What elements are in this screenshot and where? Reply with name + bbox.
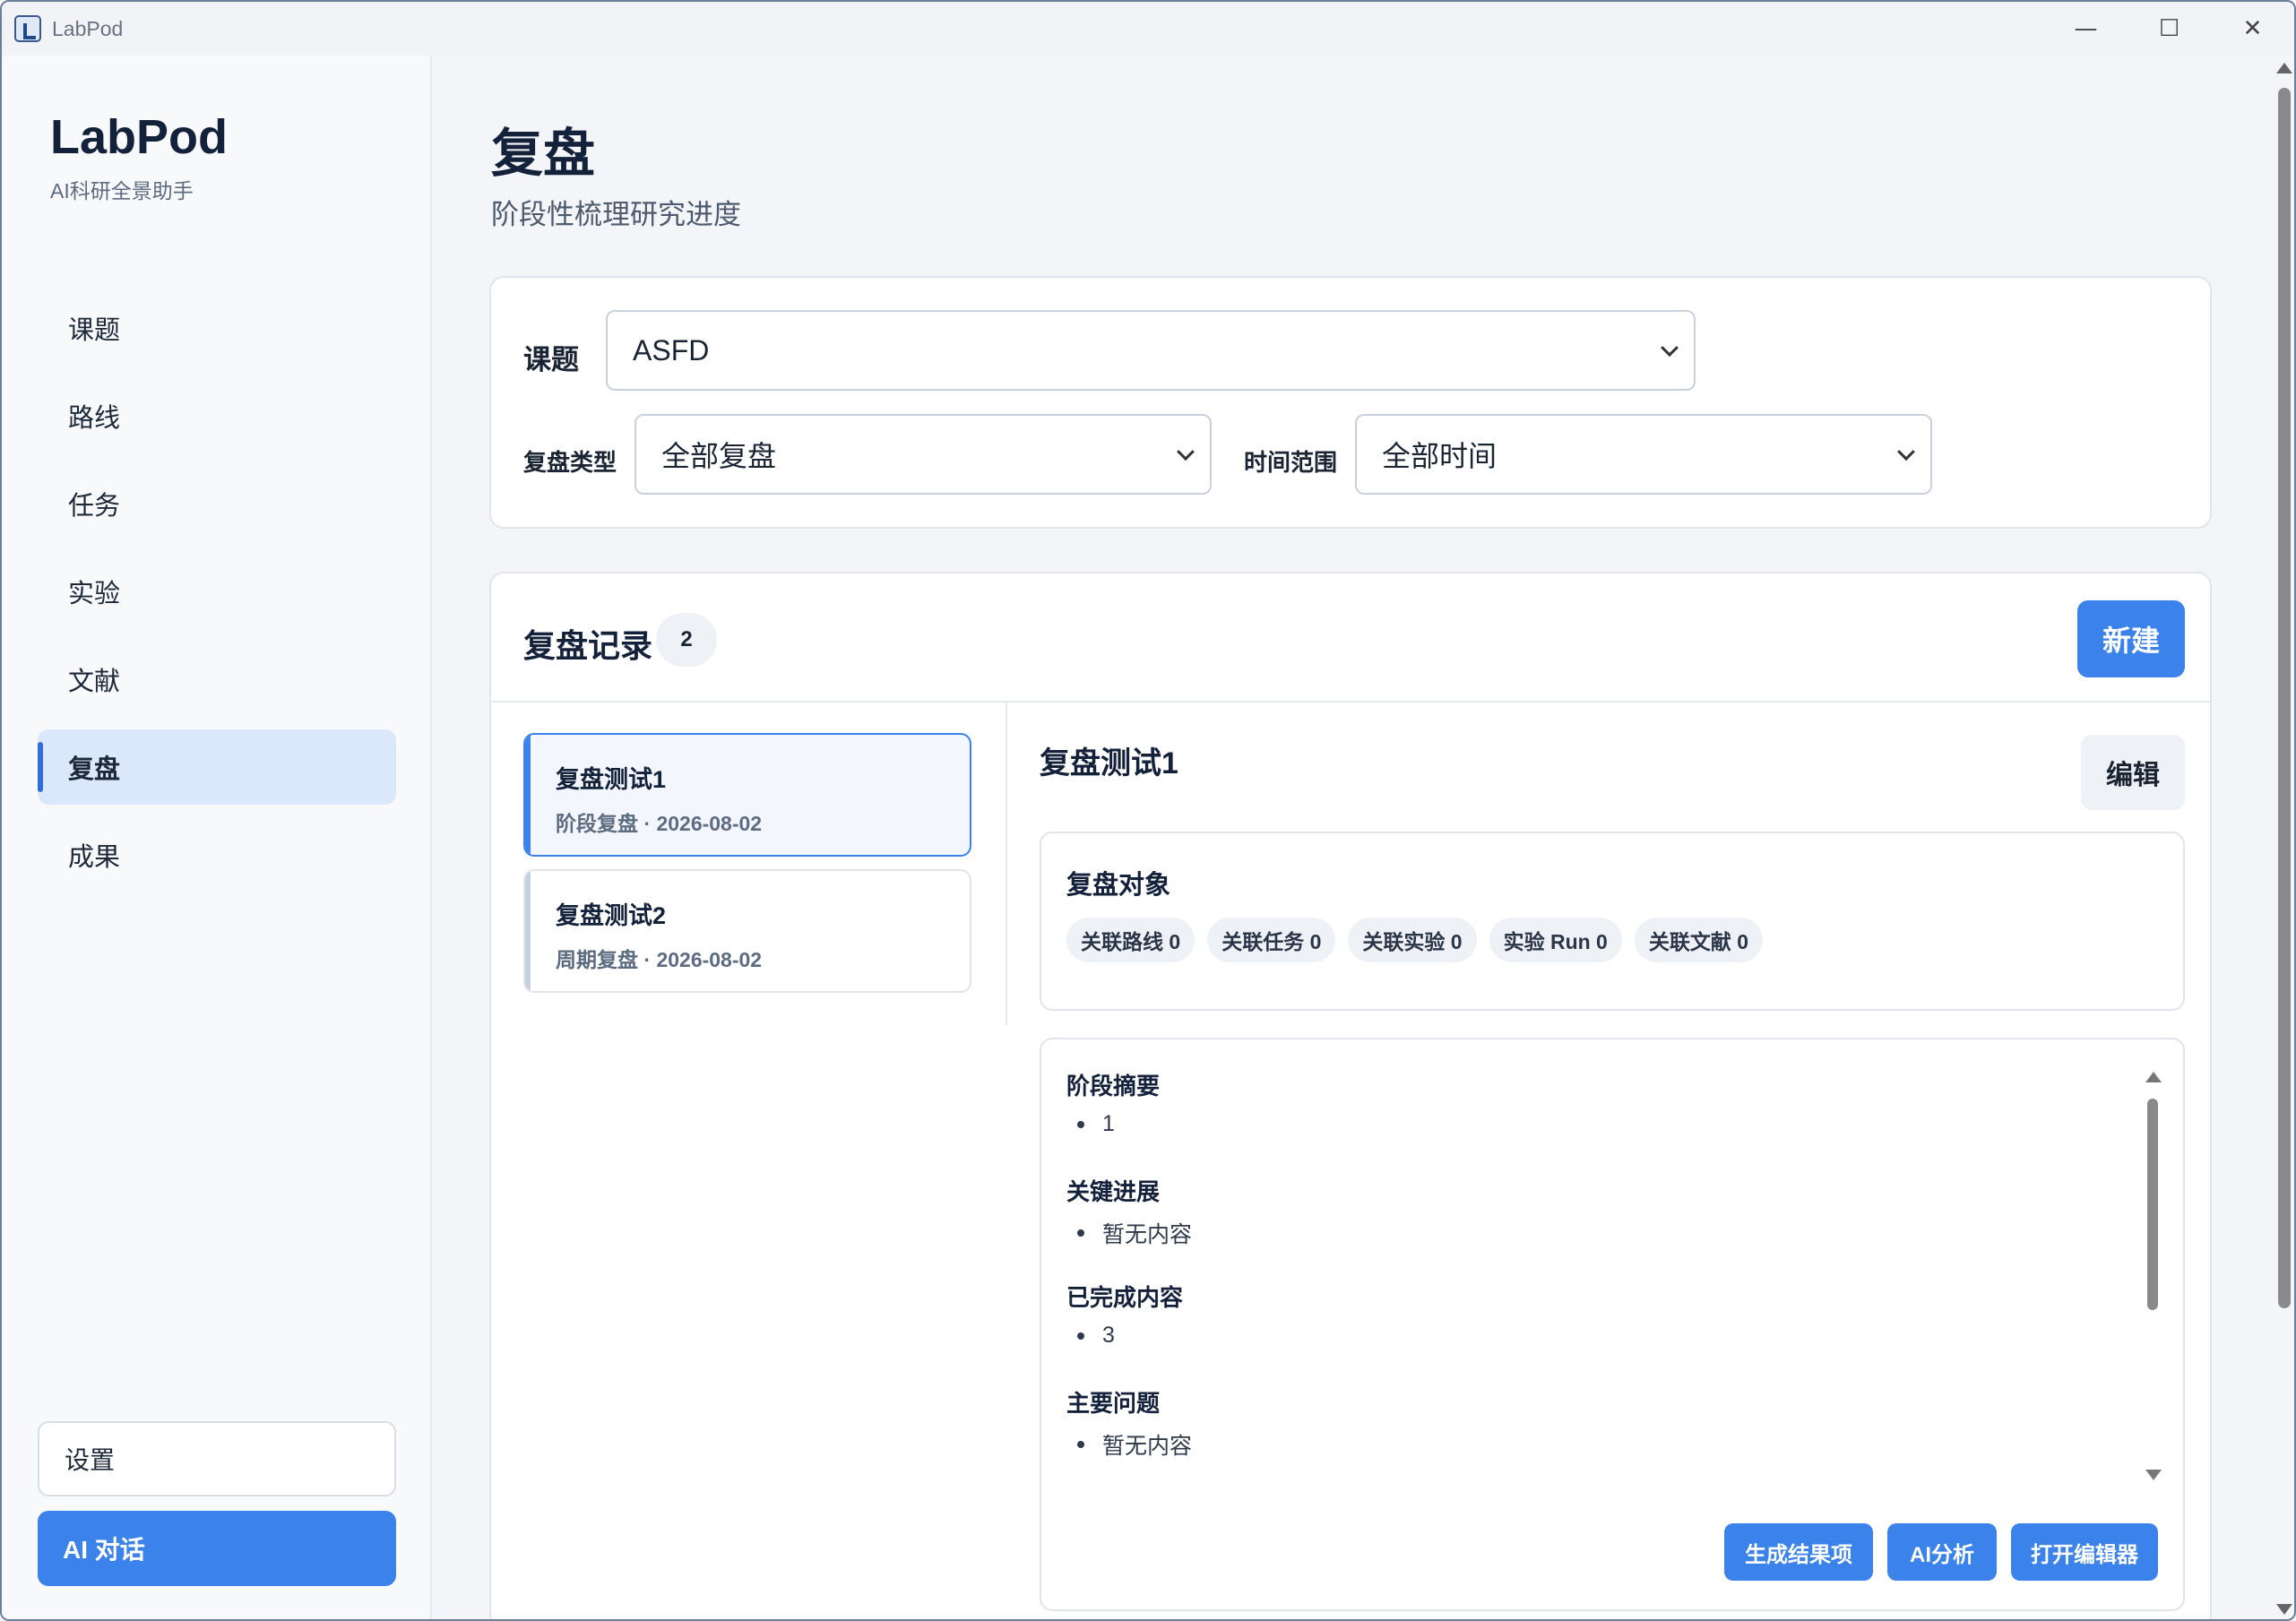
bullet-icon	[1077, 1441, 1084, 1448]
app-logo-icon	[14, 15, 41, 42]
chevron-down-icon	[1897, 443, 1915, 461]
window-title: LabPod	[52, 16, 124, 40]
review-objects-card: 复盘对象 关联路线 0 关联任务 0 关联实验 0 实验 Run 0 关联文献 …	[1040, 832, 2185, 1011]
review-objects-chips: 关联路线 0 关联任务 0 关联实验 0 实验 Run 0 关联文献 0	[1066, 918, 1764, 962]
page-scroll-down-arrow-icon[interactable]	[2276, 1604, 2292, 1615]
list-item: 暂无内容	[1077, 1428, 1192, 1461]
detail-title: 复盘测试1	[1040, 746, 1178, 780]
window-controls: — ☐ ✕	[2044, 2, 2294, 56]
chevron-down-icon	[1661, 339, 1679, 358]
review-type-label: 复盘类型	[523, 449, 617, 476]
bullet-icon	[1077, 1120, 1084, 1128]
record-meta: 周期复盘 · 2026-08-02	[556, 948, 763, 971]
section-heading-completed: 已完成内容	[1066, 1284, 1184, 1311]
time-range-label: 时间范围	[1244, 449, 1338, 476]
ai-analysis-button[interactable]: AI分析	[1887, 1523, 1997, 1581]
time-range-select[interactable]: 全部时间	[1355, 414, 1932, 495]
page-subtitle: 阶段性梳理研究进度	[491, 199, 741, 230]
record-accent-bar	[525, 871, 531, 991]
ai-chat-button[interactable]: AI 对话	[38, 1511, 396, 1586]
bullet-icon	[1077, 1229, 1084, 1237]
sidebar-item-routes[interactable]: 路线	[38, 378, 396, 453]
filter-card: 课题 ASFD 复盘类型 全部复盘 时间范围 全部时间	[489, 276, 2212, 529]
topic-select[interactable]: ASFD	[606, 310, 1696, 391]
open-editor-button[interactable]: 打开编辑器	[2011, 1523, 2158, 1581]
linked-tasks-chip[interactable]: 关联任务 0	[1207, 918, 1336, 962]
chevron-down-icon	[1177, 443, 1195, 461]
experiment-runs-chip[interactable]: 实验 Run 0	[1489, 918, 1622, 962]
bullet-text: 1	[1102, 1111, 1115, 1136]
bullet-text: 3	[1102, 1323, 1115, 1348]
content-scrollbar-thumb[interactable]	[2147, 1099, 2158, 1310]
record-name: 复盘测试1	[556, 766, 667, 793]
section-heading-issues: 主要问题	[1066, 1390, 1161, 1417]
records-title: 复盘记录	[523, 627, 653, 664]
sidebar-item-review[interactable]: 复盘	[38, 729, 396, 805]
sidebar: LabPod AI科研全景助手 课题 路线 任务 实验 文献 复盘 成果 设置 …	[2, 56, 432, 1619]
topic-label: 课题	[523, 344, 579, 375]
bullet-text: 暂无内容	[1102, 1434, 1193, 1459]
review-objects-title: 复盘对象	[1066, 871, 1171, 900]
review-content-card: 阶段摘要 1 关键进展 暂无内容 已完成内容 3 主要问题 暂无内容 生成结果项…	[1040, 1038, 2185, 1611]
divider	[491, 701, 2210, 703]
linked-experiments-chip[interactable]: 关联实验 0	[1348, 918, 1477, 962]
close-button[interactable]: ✕	[2211, 2, 2294, 56]
record-item[interactable]: 复盘测试1 阶段复盘 · 2026-08-02	[523, 733, 971, 857]
section-heading-progress: 关键进展	[1066, 1178, 1161, 1205]
list-item: 1	[1077, 1111, 1115, 1137]
divider	[1006, 703, 1007, 1025]
sidebar-item-results[interactable]: 成果	[38, 817, 396, 892]
record-accent-bar	[525, 735, 531, 855]
review-type-select-value: 全部复盘	[661, 440, 777, 472]
sidebar-item-topics[interactable]: 课题	[38, 290, 396, 366]
records-count-badge: 2	[656, 613, 717, 667]
bullet-text: 暂无内容	[1102, 1222, 1193, 1247]
main-content: 复盘 阶段性梳理研究进度 课题 ASFD 复盘类型 全部复盘 时间范围 全部时间…	[434, 56, 2269, 1619]
brand-title: LabPod	[50, 110, 228, 164]
bullet-icon	[1077, 1332, 1084, 1340]
record-item[interactable]: 复盘测试2 周期复盘 · 2026-08-02	[523, 869, 971, 993]
minimize-button[interactable]: —	[2044, 2, 2128, 56]
page-scrollbar-thumb[interactable]	[2278, 88, 2291, 1308]
review-type-select[interactable]: 全部复盘	[634, 414, 1212, 495]
scroll-up-arrow-icon[interactable]	[2145, 1072, 2162, 1082]
section-heading-summary: 阶段摘要	[1066, 1073, 1161, 1099]
record-name: 复盘测试2	[556, 902, 667, 929]
list-item: 暂无内容	[1077, 1217, 1192, 1249]
record-meta: 阶段复盘 · 2026-08-02	[556, 812, 763, 835]
sidebar-item-literature[interactable]: 文献	[38, 642, 396, 717]
time-range-select-value: 全部时间	[1382, 440, 1498, 472]
title-bar: LabPod — ☐ ✕	[2, 2, 2294, 56]
linked-routes-chip[interactable]: 关联路线 0	[1066, 918, 1195, 962]
records-card: 复盘记录 2 新建 复盘测试1 阶段复盘 · 2026-08-02 复盘测试2 …	[489, 572, 2212, 1619]
maximize-button[interactable]: ☐	[2128, 2, 2211, 56]
linked-literature-chip[interactable]: 关联文献 0	[1634, 918, 1764, 962]
scroll-down-arrow-icon[interactable]	[2145, 1470, 2162, 1480]
sidebar-item-tasks[interactable]: 任务	[38, 466, 396, 541]
generate-results-button[interactable]: 生成结果项	[1724, 1523, 1873, 1581]
topic-select-value: ASFD	[633, 333, 710, 366]
page-scroll-up-arrow-icon[interactable]	[2276, 63, 2292, 73]
sidebar-nav: 课题 路线 任务 实验 文献 复盘 成果	[38, 290, 396, 905]
sidebar-item-experiments[interactable]: 实验	[38, 554, 396, 629]
app-window: LabPod — ☐ ✕ LabPod AI科研全景助手 课题 路线 任务 实验…	[0, 0, 2296, 1621]
brand-tagline: AI科研全景助手	[50, 179, 194, 203]
list-item: 3	[1077, 1323, 1115, 1349]
page-title: 复盘	[491, 125, 596, 183]
settings-button[interactable]: 设置	[38, 1421, 396, 1496]
edit-button[interactable]: 编辑	[2081, 735, 2185, 810]
new-record-button[interactable]: 新建	[2077, 600, 2185, 677]
